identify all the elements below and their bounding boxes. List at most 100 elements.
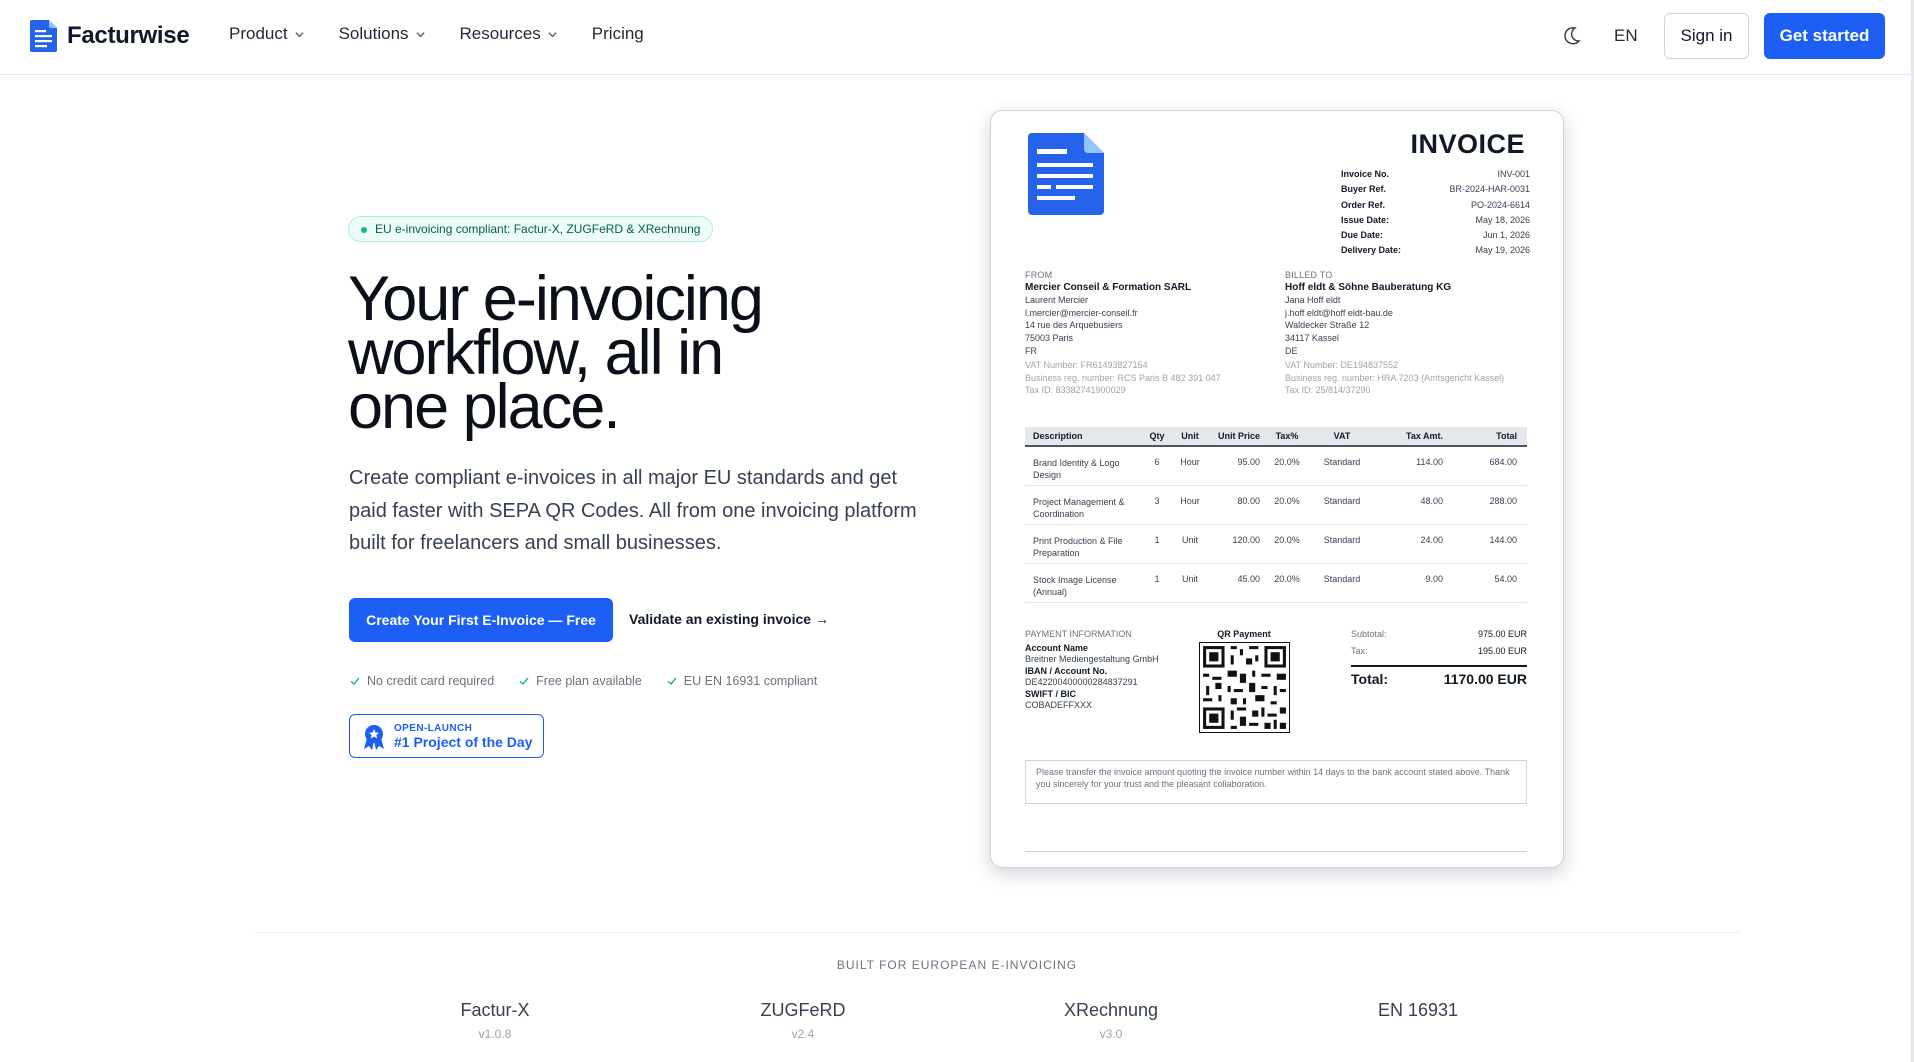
nav-item-product[interactable]: Product (229, 24, 305, 44)
brand-logo[interactable]: Facturwise (30, 20, 190, 52)
meta-value: May 18, 2026 (1475, 214, 1530, 225)
table-cell: 6 (1154, 457, 1160, 467)
check-icon (667, 677, 677, 685)
nav-item-resources[interactable]: Resources (460, 24, 558, 44)
standard-version: v3.0 (1099, 1027, 1123, 1041)
column-header: Total (1496, 431, 1517, 441)
hero-title-line: one place. (348, 372, 621, 442)
table-cell: Project Management & Coordination (1033, 497, 1125, 519)
total-row: Total: 1170.00 EUR (1351, 665, 1527, 687)
party-line: Waldecker Straße 12 (1285, 320, 1370, 331)
qr-code-icon (1198, 642, 1290, 733)
signin-button[interactable]: Sign in (1664, 13, 1749, 59)
language-switch[interactable]: EN (1614, 26, 1638, 46)
check-item: EU EN 16931 compliant (666, 674, 817, 688)
table-cell: Hour (1180, 457, 1200, 467)
bic-value: COBADEFFXXX (1025, 700, 1093, 710)
column-header: VAT (1333, 431, 1351, 441)
meta-row: Delivery Date: May 19, 2026 (1341, 243, 1530, 258)
invoice-preview: INVOICE Invoice No. INV-001 Buyer Ref. BR-… (990, 110, 1564, 868)
award-ribbon-icon (364, 725, 384, 750)
hero-title: Your e-invoicing workflow, all in one pl… (348, 268, 868, 442)
invoice-title: INVOICE (1410, 129, 1525, 159)
table-cell: Unit (1181, 574, 1198, 584)
subtotal-label: Subtotal: (1351, 629, 1387, 639)
table-cell: Standard (1323, 574, 1361, 584)
table-cell: 120.00 (1232, 535, 1260, 545)
table-cell: 684.00 (1489, 457, 1517, 467)
meta-row: Buyer Ref. BR-2024-HAR-0031 (1341, 182, 1530, 197)
check-label: EU EN 16931 compliant (683, 674, 818, 688)
party-reg: VAT Number: DE194837552 (1285, 360, 1399, 371)
status-dot-icon (361, 227, 367, 233)
invoice-meta: Invoice No. INV-001 Buyer Ref. BR-2024-HAR… (1341, 167, 1530, 259)
table-cell: 24.00 (1420, 535, 1443, 545)
nav-item-solutions[interactable]: Solutions (339, 24, 426, 44)
nav-item-pricing[interactable]: Pricing (592, 24, 644, 44)
table-cell: Standard (1323, 496, 1361, 506)
party-line: DE (1285, 345, 1298, 356)
standard-xrechnung: XRechnung v3.0 (1011, 1000, 1211, 1041)
get-started-button[interactable]: Get started (1764, 13, 1885, 59)
table-cell: Brand Identity & Logo Design (1033, 458, 1120, 480)
check-icon (350, 677, 360, 685)
feature-checks: No credit card required Free plan availa… (349, 674, 817, 688)
table-cell: Unit (1181, 535, 1198, 545)
payment-note: Please transfer the invoice amount quoti… (1025, 760, 1527, 804)
chevron-down-icon (415, 31, 425, 37)
party-line: j.hoff eldt@hoff eldt-bau.de (1285, 307, 1393, 318)
table-header: Description Qty Unit Unit Price Tax% VAT… (1025, 427, 1527, 447)
table-cell: 20.0% (1274, 535, 1300, 545)
meta-row: Due Date: Jun 1, 2026 (1341, 228, 1530, 243)
table-cell: 288.00 (1489, 496, 1517, 506)
table-cell: Hour (1180, 496, 1200, 506)
meta-value: PO-2024-6614 (1470, 199, 1530, 210)
standard-en16931: EN 16931 (1318, 1000, 1518, 1027)
chevron-down-icon (548, 31, 557, 37)
moon-icon[interactable] (1560, 24, 1582, 48)
iban-value: DE42200400000284837291 (1025, 677, 1138, 687)
table-cell: 54.00 (1494, 574, 1517, 584)
meta-key: Delivery Date: (1341, 245, 1402, 256)
footer-divider (1025, 851, 1527, 852)
standard-zugferd: ZUGFeRD v2.4 (703, 1000, 903, 1041)
qr-payment: QR Payment (1198, 629, 1290, 738)
document-icon (30, 20, 57, 52)
qr-label: QR Payment (1217, 629, 1271, 639)
document-icon (1028, 133, 1104, 215)
meta-value: INV-001 (1497, 169, 1530, 179)
standards-heading: BUILT FOR EUROPEAN E-INVOICING (836, 958, 1078, 972)
table-row: Stock Image License (Annual) 1 Unit 45.0… (1025, 564, 1527, 603)
compliance-badge: EU e-invoicing compliant: Factur-X, ZUGF… (348, 216, 714, 242)
meta-value: BR-2024-HAR-0031 (1449, 184, 1530, 195)
party-line: Laurent Mercier (1025, 295, 1089, 306)
table-cell: Standard (1323, 535, 1361, 545)
meta-row: Invoice No. INV-001 (1341, 167, 1530, 182)
meta-row: Issue Date: May 18, 2026 (1341, 213, 1530, 228)
tax-value: 195.00 EUR (1477, 646, 1527, 656)
table-row: Brand Identity & Logo Design 6 Hour 95.0… (1025, 447, 1527, 486)
table-row: Print Production & File Preparation 1 Un… (1025, 525, 1527, 564)
account-name: Breitner Mediengestaltung GmbH (1025, 654, 1159, 664)
award-title: #1 Project of the Day (394, 734, 533, 750)
party-label: BILLED TO (1285, 270, 1333, 280)
bic-label: SWIFT / BIC (1025, 688, 1076, 699)
open-launch-award-badge[interactable]: OPEN-LAUNCH #1 Project of the Day (349, 714, 544, 758)
table-row: Project Management & Coordination 3 Hour… (1025, 486, 1527, 525)
validate-invoice-link[interactable]: Validate an existing invoice → (629, 611, 829, 627)
table-cell: 3 (1154, 496, 1160, 506)
column-header: Qty (1149, 431, 1165, 441)
meta-key: Order Ref. (1341, 199, 1386, 210)
party-reg: Tax ID: 83382741900029 (1025, 385, 1126, 396)
party-line: FR (1025, 345, 1037, 356)
brand-name: Facturwise (67, 22, 190, 49)
check-item: No credit card required (349, 674, 494, 688)
payment-info: PAYMENT INFORMATION Account Name Breitne… (1025, 629, 1175, 712)
column-header: Unit (1181, 431, 1199, 441)
tax-row: Tax: 195.00 EUR (1351, 646, 1527, 663)
create-invoice-button[interactable]: Create Your First E-Invoice — Free (349, 598, 613, 642)
standard-name: Factur-X (460, 1000, 530, 1020)
invoice-totals: Subtotal: 975.00 EUR Tax: 195.00 EUR Tot… (1351, 629, 1527, 687)
meta-row: Order Ref. PO-2024-6614 (1341, 198, 1530, 213)
column-header: Description (1033, 431, 1083, 441)
